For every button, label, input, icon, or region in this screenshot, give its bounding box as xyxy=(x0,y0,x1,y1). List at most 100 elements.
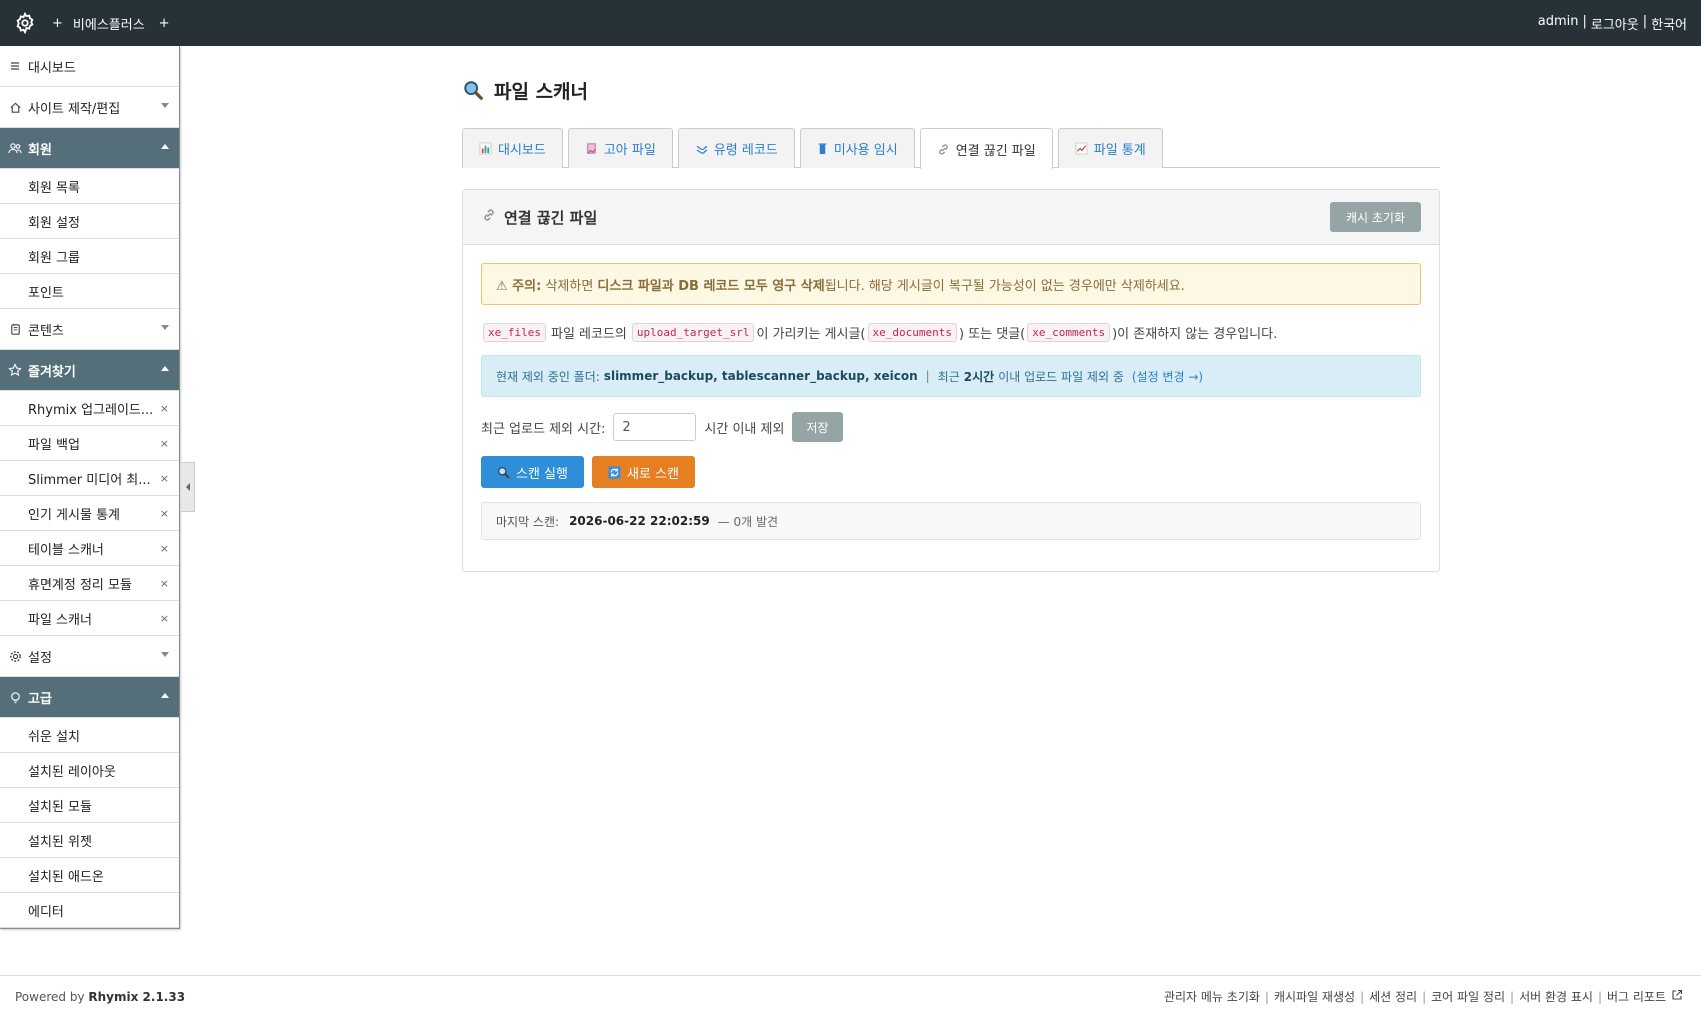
exclude-hours-input[interactable] xyxy=(613,413,697,441)
sidebar-item[interactable]: Rhymix 업그레이드... × xyxy=(0,391,179,426)
sidebar-item-label: Rhymix 업그레이드... xyxy=(28,402,154,418)
remove-favorite-icon[interactable]: × xyxy=(160,437,169,450)
sidebar-item[interactable]: 쉬운 설치 xyxy=(0,718,179,753)
sidebar-item[interactable]: 회원 목록 xyxy=(0,169,179,204)
chevron-down-icon xyxy=(161,652,169,657)
code-table-comments: xe_comments xyxy=(1027,322,1111,342)
tab-label: 연결 끊긴 파일 xyxy=(955,143,1036,159)
rescan-button[interactable]: 새로 스캔 xyxy=(591,456,695,488)
sidebar-collapse-handle[interactable] xyxy=(181,462,195,512)
sidebar-item-label: 에디터 xyxy=(28,904,64,920)
sidebar-item[interactable]: 인기 게시물 통계 × xyxy=(0,496,179,531)
run-scan-label: 스캔 실행 xyxy=(516,466,568,482)
warning-prefix: ⚠ 주의: xyxy=(496,278,542,294)
panel-body: ⚠ 주의: 삭제하면 디스크 파일과 DB 레코드 모두 영구 삭제 됩니다. … xyxy=(463,245,1439,571)
sidebar-section-2[interactable]: 회원 xyxy=(0,128,179,169)
info-label: 현재 제외 중인 폴더: xyxy=(496,369,600,384)
sidebar-section-label: 즐겨찾기 xyxy=(28,364,76,380)
separator: | xyxy=(1597,989,1602,1004)
save-button[interactable]: 저장 xyxy=(792,412,843,442)
rhymix-version-link[interactable]: Rhymix 2.1.33 xyxy=(88,990,185,1004)
run-scan-button[interactable]: 스캔 실행 xyxy=(481,456,584,488)
footer: Powered by Rhymix 2.1.33 관리자 메뉴 초기화 | 캐시파일… xyxy=(0,975,1701,1018)
scan-actions: 스캔 실행 새로 스캔 xyxy=(481,456,1421,488)
description: xe_files 파일 레코드의 upload_target_srl 이 가리키… xyxy=(481,319,1421,345)
tab-trash[interactable]: 미사용 임시 xyxy=(799,128,915,168)
plus-icon[interactable]: + xyxy=(52,16,63,31)
bulb-icon xyxy=(8,690,22,704)
external-link-icon xyxy=(1671,989,1683,1004)
link-icon xyxy=(482,208,496,226)
sidebar-item-label: 설치된 모듈 xyxy=(28,799,92,815)
footer-link[interactable]: 버그 리포트 xyxy=(1607,988,1666,1005)
tab-link[interactable]: 연결 끊긴 파일 xyxy=(919,128,1053,169)
refresh-icon xyxy=(608,465,621,479)
warning-bold: 디스크 파일과 DB 레코드 모두 영구 삭제 xyxy=(597,278,825,294)
site-name-link[interactable]: 비에스플러스 xyxy=(73,14,145,33)
separator: | xyxy=(1642,14,1648,29)
remove-favorite-icon[interactable]: × xyxy=(160,507,169,520)
chevron-left-icon xyxy=(185,483,190,491)
sidebar-item[interactable]: Slimmer 미디어 최... × xyxy=(0,461,179,496)
tab-ghost[interactable]: 유령 레코드 xyxy=(677,128,795,168)
sidebar-item[interactable]: 설치된 애드온 xyxy=(0,858,179,893)
sidebar-item-label: 회원 그룹 xyxy=(28,250,80,266)
sidebar-section-3[interactable]: 콘텐츠 xyxy=(0,309,179,350)
last-scan-label: 마지막 스캔: xyxy=(496,514,560,529)
remove-favorite-icon[interactable]: × xyxy=(160,542,169,555)
settings-change-link[interactable]: (설정 변경 →) xyxy=(1132,368,1203,385)
plus-icon[interactable]: + xyxy=(159,16,170,31)
remove-favorite-icon[interactable]: × xyxy=(160,402,169,415)
sidebar-section-1[interactable]: 사이트 제작/편집 xyxy=(0,87,179,128)
tab-bar: 대시보드 고아 파일 유령 레코드 미사용 임시 연결 끊긴 파일 파일 통계 xyxy=(462,128,1440,169)
sidebar-item-label: 회원 설정 xyxy=(28,215,80,231)
sidebar-item-label: 회원 목록 xyxy=(28,180,80,196)
gear-icon[interactable] xyxy=(12,10,38,36)
logout-link[interactable]: 로그아웃 xyxy=(1591,14,1639,33)
excluded-folders: slimmer_backup, tablescanner_backup, xei… xyxy=(603,369,918,383)
footer-link[interactable]: 서버 환경 표시 xyxy=(1519,988,1593,1005)
footer-link[interactable]: 캐시파일 재생성 xyxy=(1274,988,1355,1005)
reset-cache-button[interactable]: 캐시 초기화 xyxy=(1329,202,1421,232)
sidebar-item[interactable]: 포인트 xyxy=(0,274,179,309)
footer-link[interactable]: 코어 파일 정리 xyxy=(1431,988,1505,1005)
sidebar-item-label: 인기 게시물 통계 xyxy=(28,507,120,523)
language-link[interactable]: 한국어 xyxy=(1651,14,1687,33)
sidebar-section-6[interactable]: 고급 xyxy=(0,677,179,718)
sidebar-item[interactable]: 설치된 레이아웃 xyxy=(0,753,179,788)
page-title-text: 파일 스캐너 xyxy=(494,80,589,103)
sidebar-section-5[interactable]: 설정 xyxy=(0,636,179,677)
sidebar-item[interactable]: 파일 백업 × xyxy=(0,426,179,461)
sidebar-item[interactable]: 설치된 모듈 xyxy=(0,788,179,823)
sidebar-item-label: 설치된 위젯 xyxy=(28,834,92,850)
description-text: 이 가리키는 게시글( xyxy=(756,326,866,342)
last-scan-result: — 0개 발견 xyxy=(717,514,779,529)
user-link[interactable]: admin xyxy=(1538,14,1579,33)
footer-link[interactable]: 관리자 메뉴 초기화 xyxy=(1164,988,1260,1005)
tab-broken-file[interactable]: 고아 파일 xyxy=(567,128,673,168)
separator: | xyxy=(1360,989,1365,1004)
remove-favorite-icon[interactable]: × xyxy=(160,577,169,590)
sidebar-section-0[interactable]: 대시보드 xyxy=(0,46,179,87)
rescan-label: 새로 스캔 xyxy=(626,466,679,482)
tab-bar-chart[interactable]: 대시보드 xyxy=(462,128,563,168)
exclude-hours-form: 최근 업로드 제외 시간: 시간 이내 제외 저장 xyxy=(481,407,1421,447)
sidebar-item-label: 설치된 레이아웃 xyxy=(28,764,116,780)
sidebar-section-4[interactable]: 즐겨찾기 xyxy=(0,350,179,391)
sidebar-item[interactable]: 설치된 위젯 xyxy=(0,823,179,858)
remove-favorite-icon[interactable]: × xyxy=(160,612,169,625)
sidebar-item[interactable]: 회원 설정 xyxy=(0,204,179,239)
footer-links: 관리자 메뉴 초기화 | 캐시파일 재생성 | 세션 정리 | 코어 파일 정리 | 서버 환경… xyxy=(1164,988,1683,1005)
sidebar-item-label: Slimmer 미디어 최... xyxy=(28,472,151,488)
sidebar-item[interactable]: 테이블 스캐너 × xyxy=(0,531,179,566)
sidebar-item[interactable]: 휴면계정 정리 모듈 × xyxy=(0,566,179,601)
tab-line-chart[interactable]: 파일 통계 xyxy=(1057,128,1163,168)
sidebar-item[interactable]: 파일 스캐너 × xyxy=(0,601,179,636)
sidebar-item[interactable]: 에디터 xyxy=(0,893,179,928)
chevron-up-icon xyxy=(161,693,169,698)
line-chart-icon xyxy=(1075,142,1088,155)
footer-link[interactable]: 세션 정리 xyxy=(1369,988,1417,1005)
remove-favorite-icon[interactable]: × xyxy=(160,472,169,485)
sidebar-item-label: 파일 백업 xyxy=(28,437,80,453)
sidebar-item[interactable]: 회원 그룹 xyxy=(0,239,179,274)
